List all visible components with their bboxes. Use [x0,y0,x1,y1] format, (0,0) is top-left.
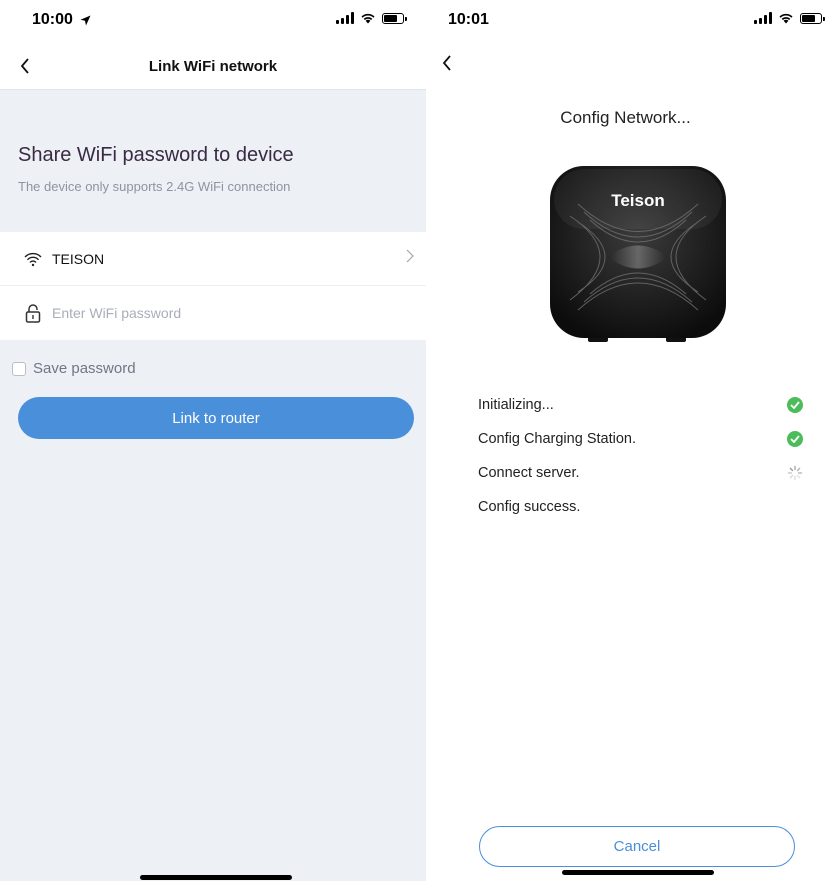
chevron-right-icon [406,249,414,263]
config-network-screen: 10:01 Config Network... Teison Initializ… [426,0,825,881]
status-icons [754,12,825,24]
step-connect-server: Connect server. [478,456,803,490]
loading-spinner-icon [787,465,803,481]
link-wifi-screen: 10:00 Link WiFi network Share WiFi passw… [0,0,426,881]
save-password-toggle[interactable]: Save password [12,360,136,377]
device-brand-logo: Teison [611,191,665,210]
home-indicator [562,870,714,875]
wifi-ssid: TEISON [52,250,105,267]
step-initializing: Initializing... [478,388,803,422]
save-password-checkbox[interactable] [12,361,26,376]
battery-icon [382,12,407,24]
check-icon [787,431,803,447]
cancel-button[interactable]: Cancel [479,826,795,867]
battery-icon [800,12,825,24]
location-arrow-icon [80,15,91,26]
status-icons [336,12,407,24]
step-config-charging-station: Config Charging Station. [478,422,803,456]
page-title: Link WiFi network [148,58,278,75]
step-label: Initializing... [478,397,554,413]
wifi-icon [22,248,44,270]
home-indicator [140,875,292,880]
share-title: Share WiFi password to device [18,144,294,166]
password-row [0,286,426,340]
wifi-status-icon [779,13,793,24]
lock-icon [22,302,44,324]
back-button[interactable] [432,48,462,78]
step-label: Config success. [478,499,581,515]
signal-icon [336,12,354,24]
status-time: 10:00 [32,11,73,28]
wifi-form-card: TEISON [0,232,426,340]
chevron-left-icon [442,55,451,71]
nav-bar: Link WiFi network [0,42,426,90]
config-steps-list: Initializing... Config Charging Station.… [478,388,803,524]
status-time: 10:01 [448,11,489,28]
wifi-password-input[interactable] [52,305,352,321]
status-bar: 10:00 [0,0,426,42]
config-title: Config Network... [560,108,691,127]
link-to-router-button[interactable]: Link to router [18,397,414,439]
step-label: Config Charging Station. [478,431,636,447]
wifi-network-row[interactable]: TEISON [0,232,426,286]
charging-station-image: Teison [548,164,728,344]
share-subtitle: The device only supports 2.4G WiFi conne… [18,179,291,194]
save-password-label: Save password [33,360,136,377]
step-label: Connect server. [478,465,580,481]
check-icon [787,397,803,413]
signal-icon [754,12,772,24]
wifi-status-icon [361,13,375,24]
step-config-success: Config success. [478,490,803,524]
